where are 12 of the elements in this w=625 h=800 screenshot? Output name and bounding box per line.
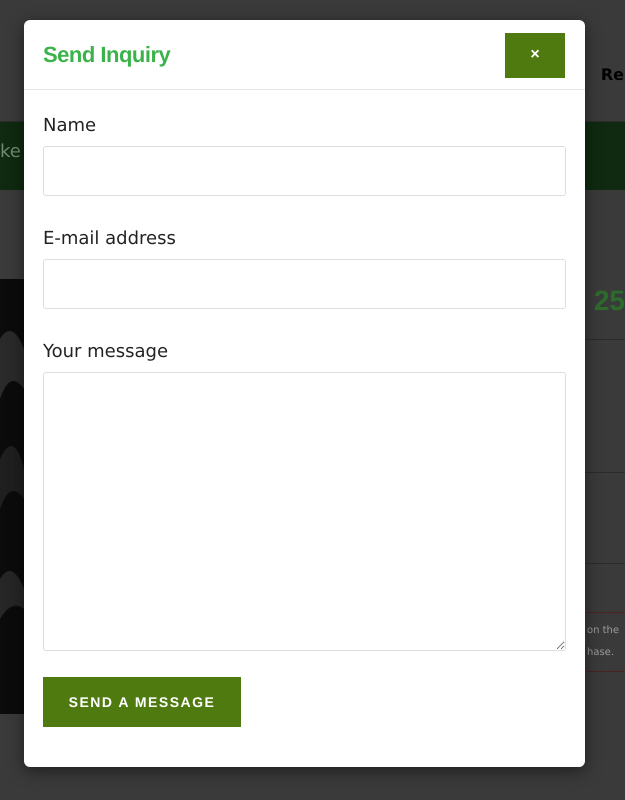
notice-text: hase. [587,646,614,660]
message-field[interactable] [43,372,566,651]
close-button[interactable]: × [505,32,565,78]
field-label: E-mail address [43,227,176,251]
modal-title: Send Inquiry [43,42,170,68]
field-label: Your message [43,340,168,364]
notice-text: on the [587,624,620,638]
banner-text: ke [0,140,21,162]
input-field[interactable] [43,259,566,309]
input-field[interactable] [43,146,566,196]
field-label: Name [43,114,96,138]
send-button[interactable]: SEND A MESSAGE [43,677,241,727]
